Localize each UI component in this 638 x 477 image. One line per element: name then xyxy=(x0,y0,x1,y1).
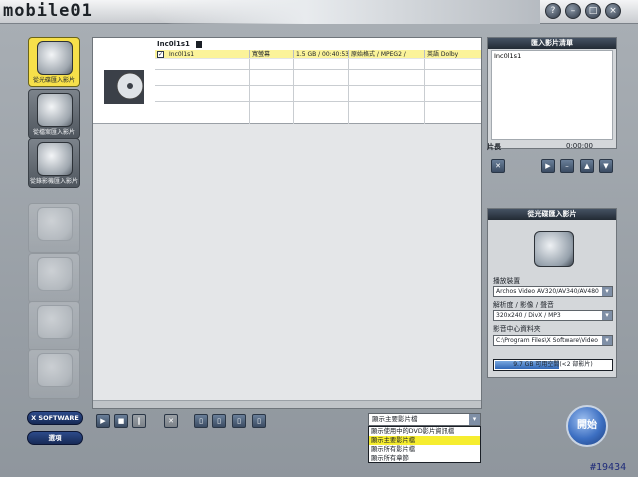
chevron-down-icon[interactable]: ▾ xyxy=(602,287,612,296)
length-label: 片長 xyxy=(487,143,501,151)
grid-line xyxy=(348,59,349,124)
remove-icon[interactable]: ✕ xyxy=(491,159,505,173)
grid-line xyxy=(424,59,425,124)
play-icon[interactable]: ▶ xyxy=(96,414,110,428)
xsoftware-button[interactable]: X SOFTWARE xyxy=(27,411,83,425)
title-bar: mobile01 ? – □ × xyxy=(0,0,638,24)
title-swoosh xyxy=(150,0,540,24)
sidebar-item-label: 從檔案匯入影片 xyxy=(32,129,75,136)
settings-film-icon xyxy=(37,353,73,387)
import-list-title: 匯入影片清單 xyxy=(488,38,616,49)
source-panel: 從光碟匯入影片 播放裝置 Archos Video AV320/AV340/AV… xyxy=(487,208,617,378)
help-button[interactable]: ? xyxy=(545,3,561,19)
table-row[interactable]: ✓ Inc0l1s1 寬螢幕 1.5 GB / 00:40:53 原始格式 / … xyxy=(155,50,481,59)
sidebar: 從光碟匯入影片 從檔案匯入影片 從錄影機匯入影片 xyxy=(24,33,86,399)
start-button[interactable]: 開始 xyxy=(566,405,608,447)
film-strip-icon xyxy=(196,40,203,48)
free-space-text: 9.7 GB 可用空間(<2 部影片) xyxy=(513,361,593,368)
dvd-disc-icon xyxy=(37,41,73,75)
resolution-label: 解析度 / 影像 / 聲音 xyxy=(493,301,554,309)
horizontal-scrollbar[interactable] xyxy=(93,400,481,408)
watermark: #19434 xyxy=(590,462,627,473)
filter-select-value: 顯示主要影片檔 xyxy=(372,415,418,423)
move-up-icon[interactable]: ▲ xyxy=(580,159,594,173)
disc-name-text: Inc0l1s1 xyxy=(157,40,190,48)
dropdown-option[interactable]: 顯示主要影片檔 xyxy=(369,436,480,445)
sidebar-item-disabled-3 xyxy=(28,301,80,351)
close-button[interactable]: × xyxy=(605,3,621,19)
row-audio: 英語 Dolby xyxy=(424,50,481,58)
move-down-icon[interactable]: ▼ xyxy=(599,159,613,173)
import-list: Inc0l1s1 xyxy=(491,50,613,140)
view3-icon[interactable]: ▯ xyxy=(232,414,246,428)
pause-icon[interactable]: ‖ xyxy=(132,414,146,428)
resolution-select[interactable]: 320x240 / DivX / MP3 ▾ xyxy=(493,310,613,321)
app-logo: mobile01 xyxy=(3,1,93,21)
title-list-panel: Inc0l1s1 ✓ Inc0l1s1 寬螢幕 1.5 GB / 00:40:5… xyxy=(92,37,482,409)
sidebar-item-import-camcorder[interactable]: 從錄影機匯入影片 xyxy=(28,138,80,188)
grid-line xyxy=(249,59,250,124)
sidebar-item-import-file[interactable]: 從檔案匯入影片 xyxy=(28,89,80,139)
grid-line xyxy=(155,85,481,86)
list-item[interactable]: Inc0l1s1 xyxy=(494,52,610,60)
device-label: 播放裝置 xyxy=(493,277,521,285)
film-file-icon xyxy=(37,93,73,127)
device-select[interactable]: Archos Video AV320/AV340/AV480 ▾ xyxy=(493,286,613,297)
title-list: Inc0l1s1 ✓ Inc0l1s1 寬螢幕 1.5 GB / 00:40:5… xyxy=(93,38,481,124)
device-select-value: Archos Video AV320/AV340/AV480 xyxy=(496,288,599,295)
view2-icon[interactable]: ▯ xyxy=(212,414,226,428)
edit-icon xyxy=(37,305,73,339)
chevron-down-icon[interactable]: ▾ xyxy=(469,414,480,425)
chevron-down-icon[interactable]: ▾ xyxy=(602,336,612,345)
sidebar-item-disabled-4 xyxy=(28,349,80,399)
grid-line xyxy=(155,101,481,102)
delete-icon[interactable]: ✕ xyxy=(164,414,178,428)
disc-burn-icon xyxy=(37,207,73,241)
options-button[interactable]: 選項 xyxy=(27,431,83,445)
length-value: 0:00:00 xyxy=(566,142,593,150)
filter-select[interactable]: 顯示主要影片檔 ▾ xyxy=(368,413,481,426)
dropdown-option[interactable]: 顯示所有影片檔 xyxy=(369,445,480,454)
row-format: 原始格式 / MPEG2 / xyxy=(348,50,424,58)
minimize-button[interactable]: – xyxy=(565,3,581,19)
view1-icon[interactable]: ▯ xyxy=(194,414,208,428)
length-row: 片長 0:00:00 xyxy=(487,142,617,154)
row-checkbox[interactable]: ✓ xyxy=(155,50,167,58)
chevron-down-icon[interactable]: ▾ xyxy=(602,311,612,320)
camcorder-icon xyxy=(37,142,73,176)
source-panel-title: 從光碟匯入影片 xyxy=(488,209,616,220)
view4-icon[interactable]: ▯ xyxy=(252,414,266,428)
play-icon[interactable]: ▶ xyxy=(541,159,555,173)
dvd-case-icon xyxy=(104,70,144,104)
sidebar-item-disabled-2 xyxy=(28,253,80,303)
row-size-time: 1.5 GB / 00:40:53 xyxy=(293,50,348,58)
dropdown-option[interactable]: 顯示所有章節 xyxy=(369,454,480,463)
folder-select[interactable]: C:\Program Files\X Software\Video ▾ xyxy=(493,335,613,346)
sidebar-item-label: 從錄影機匯入影片 xyxy=(29,178,78,185)
filter-dropdown-list: 顯示使用中的DVD影片資訊檔 顯示主要影片檔 顯示所有影片檔 顯示所有章節 xyxy=(368,426,481,463)
sidebar-item-disabled-1 xyxy=(28,203,80,253)
stop-icon[interactable]: ■ xyxy=(114,414,128,428)
sidebar-item-label: 從光碟匯入影片 xyxy=(32,77,75,84)
dropdown-option[interactable]: 顯示使用中的DVD影片資訊檔 xyxy=(369,427,480,436)
resolution-select-value: 320x240 / DivX / MP3 xyxy=(496,312,561,319)
disc-name: Inc0l1s1 xyxy=(155,40,481,50)
dvd-disc-icon xyxy=(534,231,574,267)
grid-line xyxy=(155,69,481,70)
import-list-panel: 匯入影片清單 Inc0l1s1 xyxy=(487,37,617,149)
sidebar-item-import-disc[interactable]: 從光碟匯入影片 xyxy=(28,37,80,87)
maximize-button[interactable]: □ xyxy=(585,3,601,19)
grid-line xyxy=(293,59,294,124)
folder-select-value: C:\Program Files\X Software\Video xyxy=(496,337,598,344)
photo-icon xyxy=(37,257,73,291)
row-title: Inc0l1s1 xyxy=(169,51,195,58)
minus-icon[interactable]: – xyxy=(560,159,574,173)
row-aspect: 寬螢幕 xyxy=(249,50,293,58)
free-space-bar: 9.7 GB 可用空間(<2 部影片) xyxy=(493,359,613,371)
folder-label: 影音中心資料夾 xyxy=(493,325,541,333)
